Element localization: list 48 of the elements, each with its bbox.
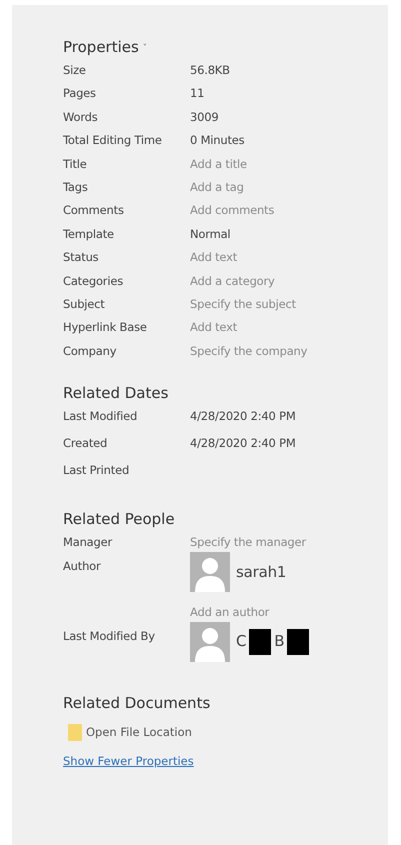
property-label: Size: [63, 63, 87, 77]
property-value: 4/28/2020 2:40 PM: [190, 436, 297, 450]
avatar-icon: [190, 622, 230, 662]
property-label: Last Modified: [63, 409, 138, 424]
person-name: C B: [236, 629, 312, 656]
avatar-icon: [190, 552, 230, 592]
property-label: Subject: [63, 296, 106, 311]
section-heading: Related People: [63, 510, 175, 528]
property-label: Tags: [63, 180, 89, 194]
person-name: sarah1: [236, 563, 286, 582]
property-field[interactable]: Add text: [190, 320, 388, 334]
caret-icon[interactable]: ˅: [142, 42, 147, 52]
show-fewer-properties-link[interactable]: Show Fewer Properties: [63, 754, 194, 768]
property-value: 11: [190, 86, 206, 100]
property-value: 3009: [190, 110, 220, 124]
property-value: 56.8KB: [190, 63, 231, 77]
property-value: 4/28/2020 2:40 PM: [190, 409, 297, 424]
section-heading: Properties: [63, 38, 139, 56]
property-field[interactable]: Add a category: [190, 274, 388, 288]
property-label: Words: [63, 110, 99, 124]
property-field[interactable]: Specify the subject: [190, 296, 388, 311]
property-label: Last Modified By: [63, 629, 156, 644]
folder-icon: [68, 723, 82, 742]
property-label: Author: [63, 559, 102, 574]
open-file-location-button[interactable]: Open File Location: [68, 723, 388, 742]
property-label: Categories: [63, 274, 124, 288]
property-field[interactable]: Specify the manager: [190, 535, 388, 550]
property-label: Status: [63, 250, 100, 264]
property-label: Last Printed: [63, 463, 130, 478]
property-field[interactable]: Add text: [190, 250, 388, 264]
add-author-field[interactable]: Add an author: [190, 605, 388, 620]
property-label: Total Editing Time: [63, 133, 163, 148]
property-label: Hyperlink Base: [63, 320, 148, 334]
property-label: Company: [63, 344, 118, 358]
property-label: Template: [63, 226, 115, 241]
property-label: Title: [63, 156, 88, 171]
property-field[interactable]: Add comments: [190, 203, 388, 218]
property-field[interactable]: Specify the company: [190, 344, 388, 358]
property-field[interactable]: Add a title: [190, 156, 388, 171]
property-label: Created: [63, 436, 108, 450]
property-value: Normal: [190, 226, 232, 241]
section-heading: Related Dates: [63, 384, 168, 402]
property-label: Manager: [63, 535, 114, 550]
property-label: Pages: [63, 86, 97, 100]
property-label: Comments: [63, 203, 125, 218]
section-heading: Related Documents: [63, 694, 210, 712]
property-field[interactable]: Add a tag: [190, 180, 388, 194]
property-value: 0 Minutes: [190, 133, 246, 148]
